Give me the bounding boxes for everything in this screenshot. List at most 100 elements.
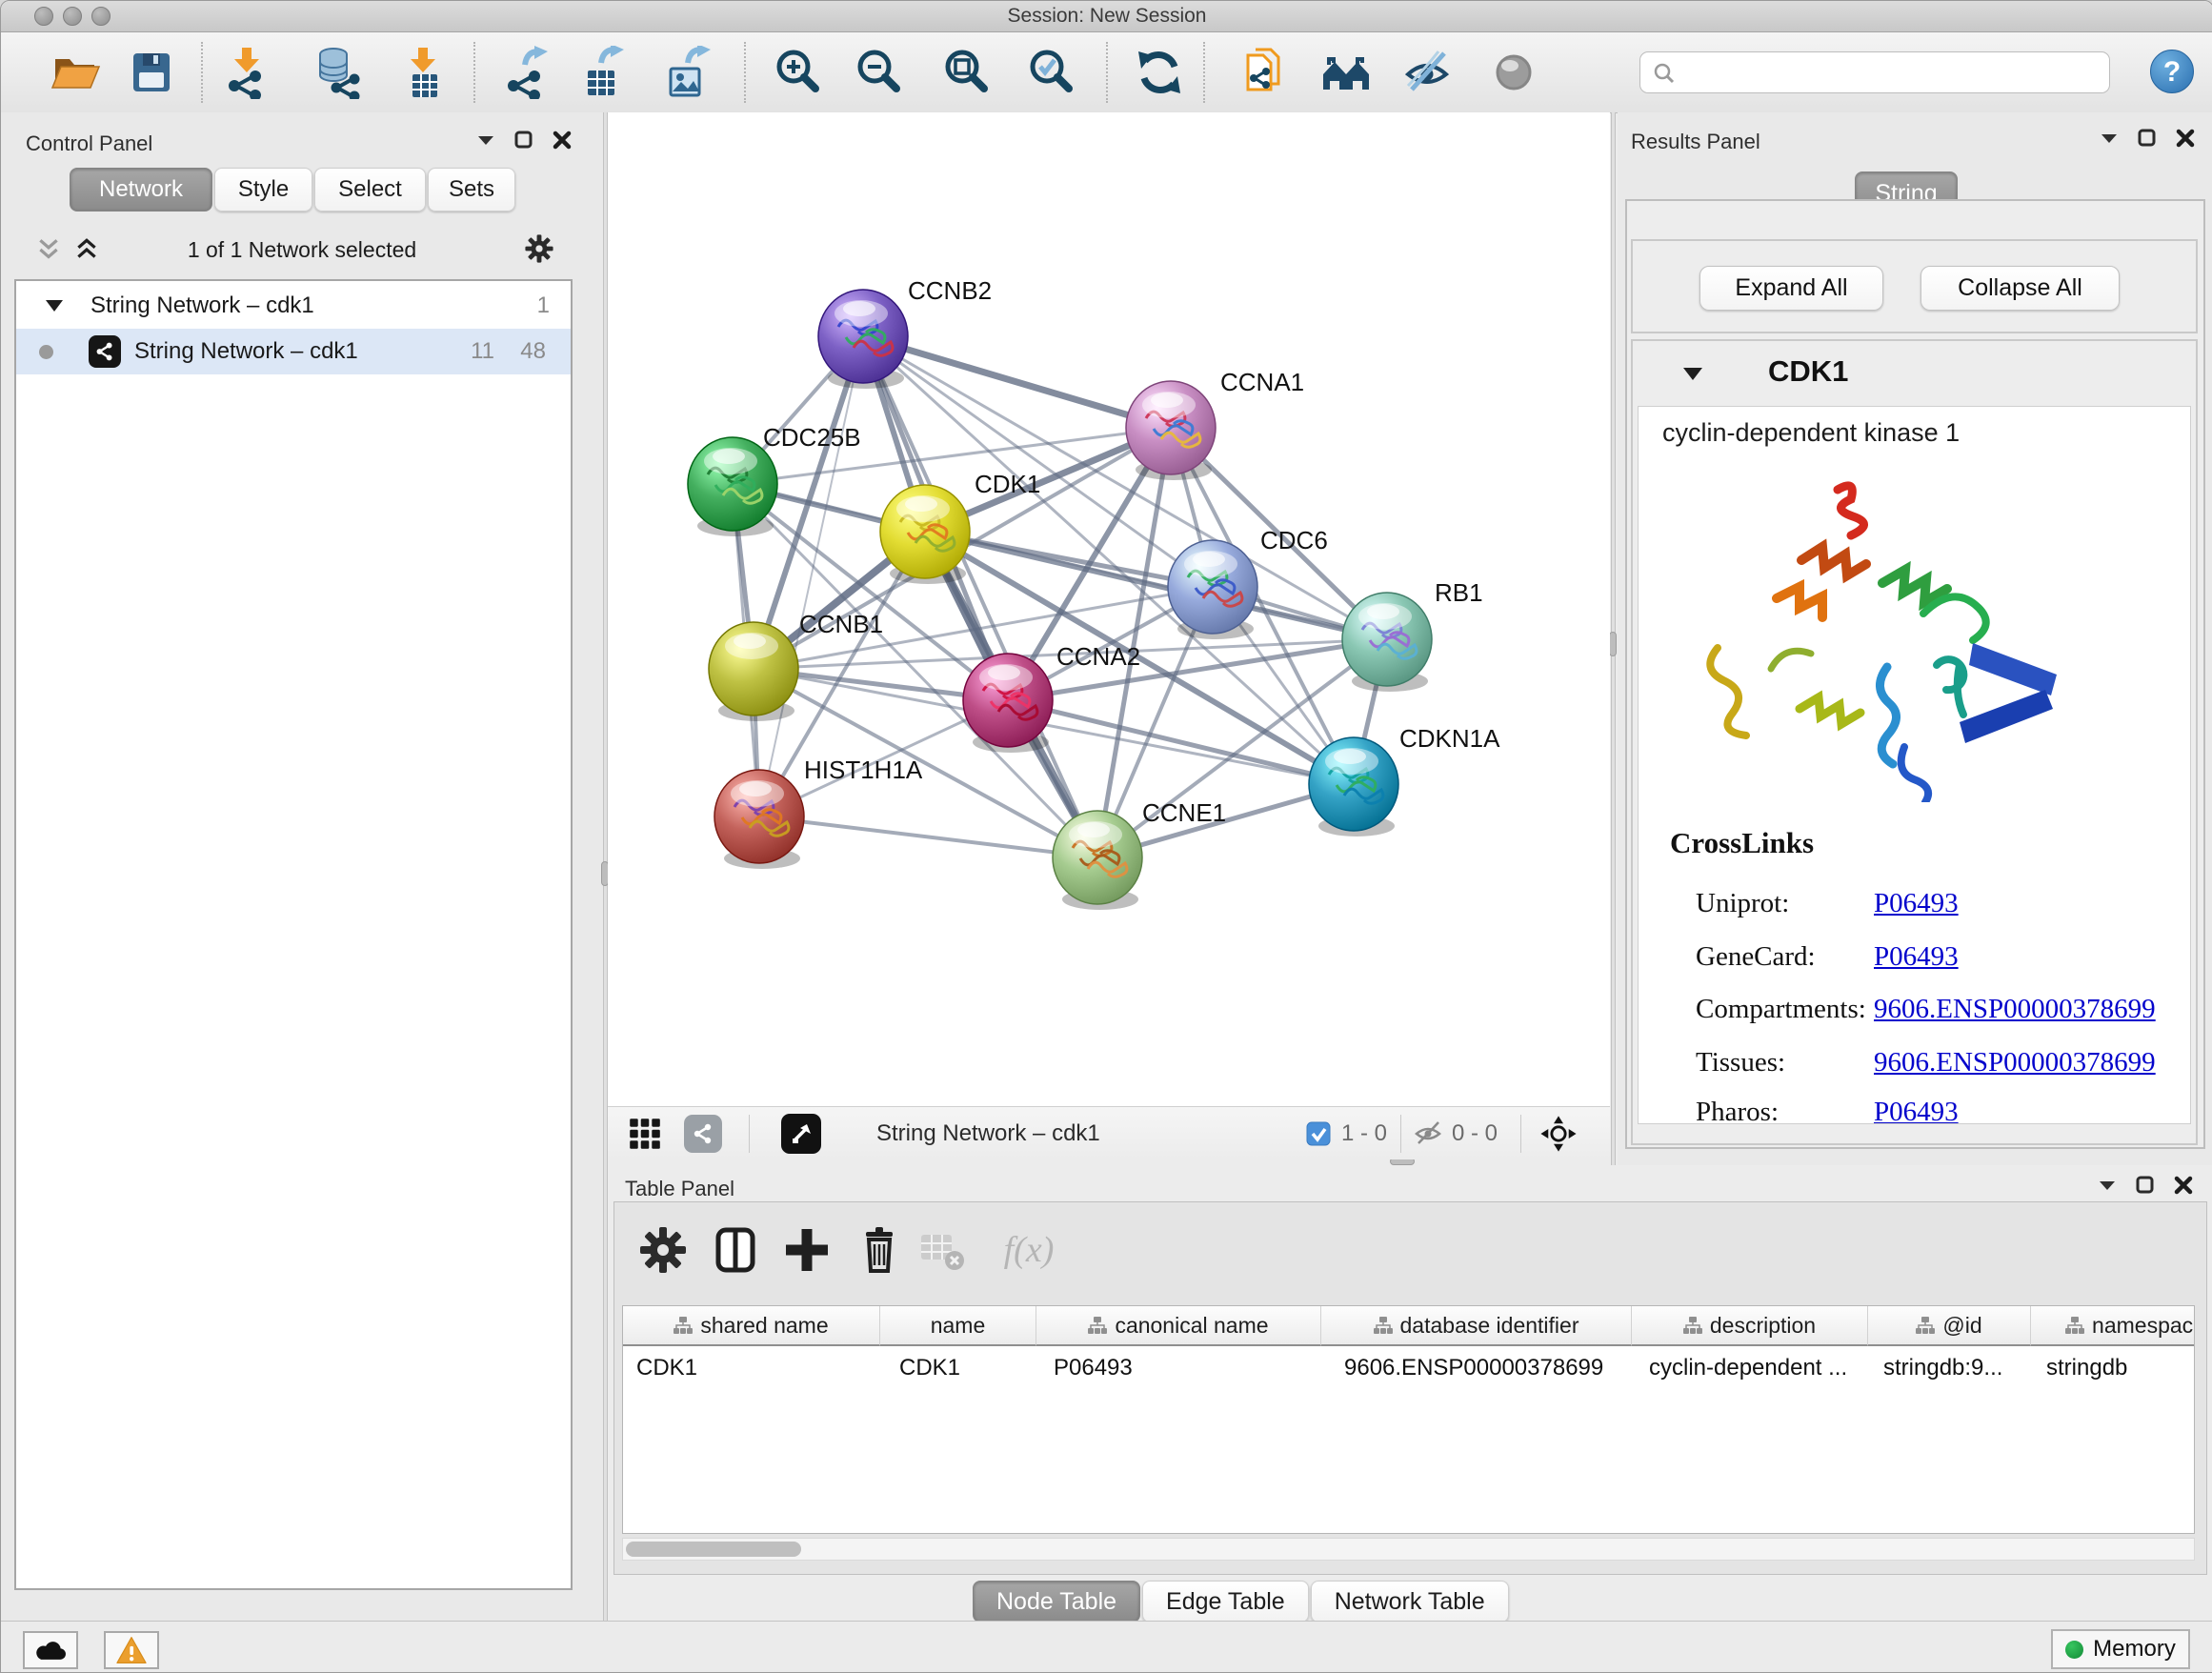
crosslink-link[interactable]: 9606.ENSP00000378699 (1874, 994, 2156, 1025)
collection-expand-icon[interactable] (45, 298, 64, 313)
string-home-icon[interactable] (1319, 46, 1373, 99)
close-panel-icon[interactable] (2173, 1175, 2194, 1196)
string-view-icon[interactable] (684, 1115, 722, 1153)
tab-edge-table[interactable]: Edge Table (1142, 1581, 1309, 1623)
network-node-hist1h1a[interactable]: HIST1H1A (714, 756, 923, 869)
float-panel-icon[interactable] (2099, 128, 2120, 149)
memory-status-dot (2065, 1641, 2083, 1659)
zoom-in-icon[interactable] (771, 46, 824, 99)
crosshair-icon[interactable] (1539, 1115, 1578, 1158)
function-builder-icon[interactable]: f(x) (991, 1223, 1067, 1277)
zoom-selected-icon[interactable] (1024, 46, 1077, 99)
column-header-shared-name[interactable]: shared name (623, 1306, 880, 1346)
crosslink-link[interactable]: P06493 (1874, 941, 1959, 973)
crosslink-label: Pharos: (1696, 1097, 1779, 1124)
maximize-panel-icon[interactable] (513, 130, 534, 151)
crosslinks-title: CrossLinks (1670, 826, 1814, 860)
table-cell[interactable]: P06493 (1036, 1348, 1321, 1388)
selected-checkbox-icon[interactable] (1306, 1121, 1331, 1151)
hide-eye-icon[interactable] (1400, 46, 1454, 99)
crosslink-link[interactable]: P06493 (1874, 1097, 1959, 1124)
maximize-panel-icon[interactable] (2137, 128, 2158, 149)
tab-select[interactable]: Select (314, 168, 426, 212)
table-cell[interactable]: cyclin-dependent ... (1632, 1348, 1868, 1388)
network-row[interactable]: String Network – cdk1 11 48 (16, 329, 571, 374)
expand-all-button[interactable]: Expand All (1699, 266, 1883, 311)
tab-style[interactable]: Style (214, 168, 312, 212)
string-document-icon[interactable] (1238, 46, 1292, 99)
network-edge[interactable] (863, 336, 1171, 428)
export-image-icon[interactable] (661, 46, 714, 99)
grid-view-icon[interactable] (629, 1118, 661, 1155)
cloud-button[interactable] (23, 1631, 78, 1669)
hidden-eye-icon[interactable] (1413, 1119, 1443, 1153)
table-cell[interactable]: stringdb (2031, 1348, 2195, 1388)
control-panel: Control Panel Network Style Select Sets … (1, 112, 603, 1621)
maximize-panel-icon[interactable] (2135, 1175, 2156, 1196)
show-columns-icon[interactable] (709, 1223, 762, 1277)
search-input[interactable] (1682, 54, 2096, 91)
column-header-name[interactable]: name (880, 1306, 1036, 1346)
column-header-database-identifier[interactable]: database identifier (1321, 1306, 1632, 1346)
network-node-ccnb2[interactable]: CCNB2 (818, 276, 992, 389)
column-header-id[interactable]: @id (1868, 1306, 2031, 1346)
table-horizontal-scrollbar[interactable] (622, 1538, 2195, 1561)
network-node-ccnb1[interactable]: CCNB1 (709, 610, 883, 721)
scrollbar-thumb[interactable] (626, 1542, 801, 1557)
network-node-cdkn1a[interactable]: CDKN1A (1309, 724, 1500, 836)
float-panel-icon[interactable] (475, 130, 496, 151)
network-collection-row[interactable]: String Network – cdk1 1 (16, 285, 571, 329)
table-cell[interactable]: CDK1 (623, 1348, 880, 1388)
network-edge[interactable] (759, 816, 1097, 857)
save-session-icon[interactable] (125, 46, 178, 99)
crosslink-link[interactable]: 9606.ENSP00000378699 (1874, 1047, 2156, 1078)
tab-node-table[interactable]: Node Table (973, 1581, 1140, 1623)
network-node-ccne1[interactable]: CCNE1 (1053, 798, 1226, 910)
tab-network-table[interactable]: Network Table (1311, 1581, 1509, 1623)
table-cell[interactable]: CDK1 (880, 1348, 1036, 1388)
table-cell[interactable]: stringdb:9... (1868, 1348, 2031, 1388)
network-options-gear-icon[interactable] (523, 232, 555, 265)
table-cell[interactable]: 9606.ENSP00000378699 (1321, 1348, 1632, 1388)
section-collapse-icon[interactable] (1682, 366, 1703, 382)
column-header-canonical-name[interactable]: canonical name (1036, 1306, 1321, 1346)
network-node-ccna2[interactable]: CCNA2 (963, 642, 1140, 753)
delete-table-icon[interactable] (915, 1223, 969, 1277)
zoom-fit-icon[interactable] (939, 46, 993, 99)
table-settings-gear-icon[interactable] (636, 1223, 690, 1277)
search-box (1639, 51, 2110, 93)
close-panel-icon[interactable] (552, 130, 573, 151)
close-panel-icon[interactable] (2175, 128, 2196, 149)
import-network-from-database-icon[interactable] (312, 46, 366, 99)
results-panel-title: Results Panel (1631, 130, 1760, 154)
tab-sets[interactable]: Sets (428, 168, 515, 212)
open-session-icon[interactable] (49, 46, 102, 99)
collapse-all-button[interactable]: Collapse All (1920, 266, 2120, 311)
birdseye-view-icon[interactable] (781, 1114, 821, 1154)
column-header-description[interactable]: description (1632, 1306, 1868, 1346)
help-button[interactable]: ? (2150, 50, 2194, 93)
export-network-icon[interactable] (500, 46, 553, 99)
tab-network[interactable]: Network (70, 168, 212, 212)
crosslink-link[interactable]: P06493 (1874, 888, 1959, 919)
export-table-icon[interactable] (576, 46, 630, 99)
import-network-icon[interactable] (221, 46, 274, 99)
status-bar: Memory (1, 1621, 2212, 1672)
network-canvas[interactable]: CCNB2CCNA1CDC25BCDK1CDC6RB1CCNB1CCNA2CDK… (608, 112, 1610, 1106)
delete-column-icon[interactable] (853, 1223, 906, 1277)
network-node-rb1[interactable]: RB1 (1342, 578, 1483, 692)
right-splitter-handle[interactable] (1609, 632, 1617, 656)
network-status-dot (39, 345, 53, 359)
network-node-cdc25b[interactable]: CDC25B (688, 423, 861, 536)
import-table-icon[interactable] (397, 46, 451, 99)
warning-button[interactable] (104, 1631, 159, 1669)
network-node-cdk1[interactable]: CDK1 (880, 470, 1040, 584)
add-column-icon[interactable] (780, 1223, 834, 1277)
glass-ball-icon[interactable] (1487, 46, 1540, 99)
network-node-ccna1[interactable]: CCNA1 (1126, 368, 1304, 480)
column-header-namespace[interactable]: namespace (2031, 1306, 2195, 1346)
zoom-out-icon[interactable] (852, 46, 905, 99)
memory-button[interactable]: Memory (2051, 1629, 2190, 1669)
refresh-layout-icon[interactable] (1133, 46, 1186, 99)
float-panel-icon[interactable] (2097, 1175, 2118, 1196)
